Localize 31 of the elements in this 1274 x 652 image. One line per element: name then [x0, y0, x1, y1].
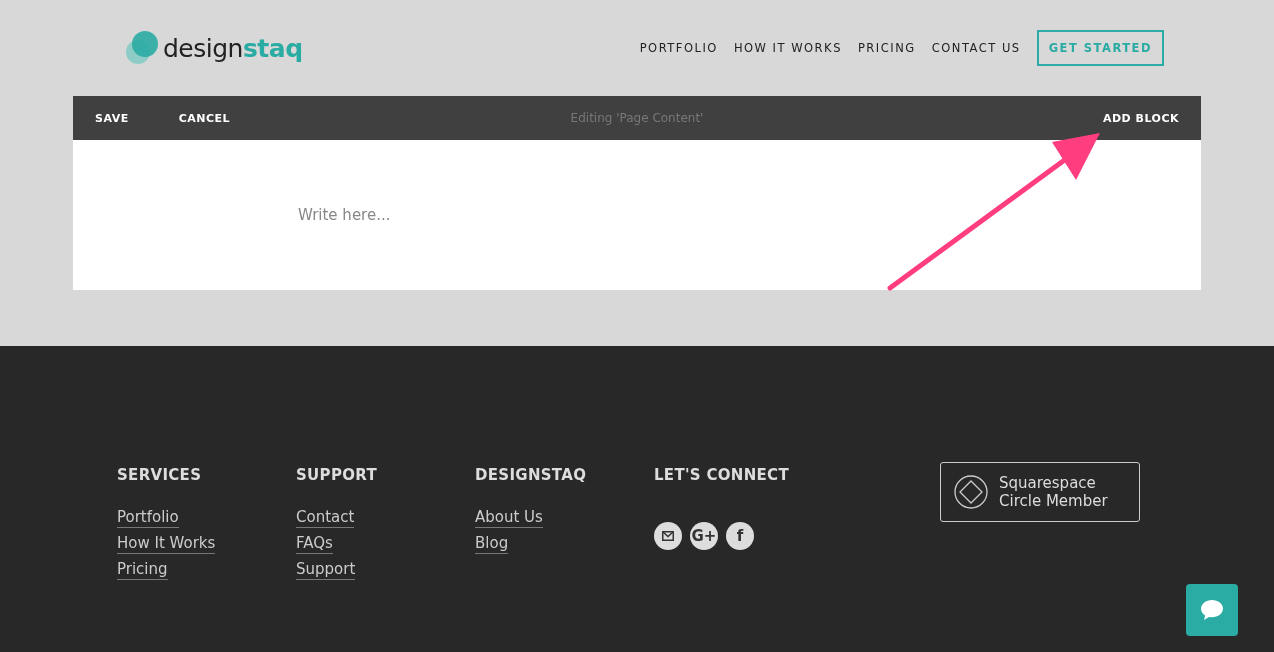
member-badge[interactable]: Squarespace Circle Member	[940, 462, 1140, 522]
diamond-circle-icon	[953, 474, 989, 510]
footer-link[interactable]: Pricing	[117, 560, 168, 580]
footer-heading: DESIGNSTAQ	[475, 466, 587, 484]
logo-wordmark: designstaq	[163, 33, 303, 63]
footer-heading: SERVICES	[117, 466, 202, 484]
footer-heading: SUPPORT	[296, 466, 377, 484]
footer-link[interactable]: Support	[296, 560, 356, 580]
speech-bubble-icon	[1200, 599, 1224, 621]
logo-circles-icon	[125, 30, 159, 66]
add-block-button[interactable]: ADD BLOCK	[1102, 111, 1179, 125]
footer-link[interactable]: Contact	[296, 508, 355, 528]
social-link[interactable]: G+	[690, 522, 718, 550]
nav-link[interactable]: HOW IT WORKS	[733, 41, 842, 55]
footer-heading: LET'S CONNECT	[654, 466, 789, 484]
social-link[interactable]: f	[726, 522, 754, 550]
toolbar-button[interactable]: SAVE	[95, 111, 129, 125]
content-input-field[interactable]: Write here...	[296, 205, 700, 225]
nav-link[interactable]: CONTACT US	[931, 41, 1021, 55]
nav-link[interactable]: PORTFOLIO	[639, 41, 718, 55]
badge-text: Squarespace Circle Member	[999, 474, 1108, 510]
toolbar-button[interactable]: CANCEL	[178, 111, 231, 125]
footer-link[interactable]: Portfolio	[117, 508, 179, 528]
footer-link[interactable]: Blog	[475, 534, 509, 554]
footer-link[interactable]: About Us	[475, 508, 543, 528]
nav-link[interactable]: PRICING	[857, 41, 916, 55]
footer-link[interactable]: FAQs	[296, 534, 333, 554]
footer-link[interactable]: How It Works	[117, 534, 216, 554]
chat-button[interactable]	[1186, 584, 1238, 636]
mail-icon[interactable]	[654, 522, 682, 550]
logo[interactable]: designstaq	[125, 30, 303, 66]
